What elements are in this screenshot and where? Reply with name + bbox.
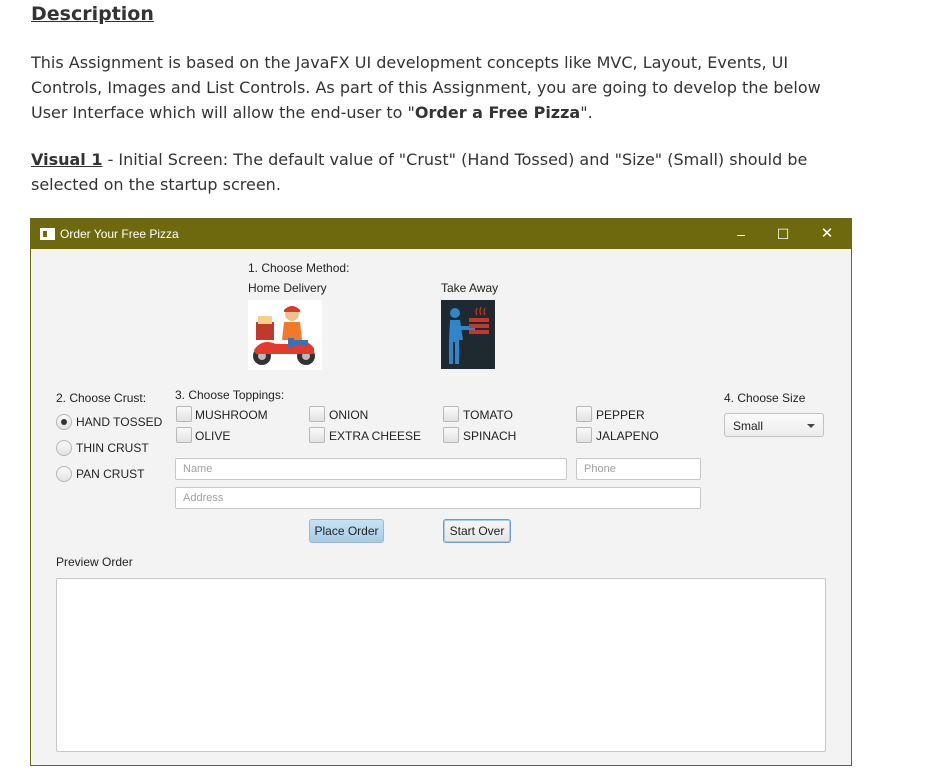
spinach-label: SPINACH <box>463 429 517 443</box>
delivery-scooter-icon <box>248 300 322 370</box>
pan-crust-label: PAN CRUST <box>76 467 145 481</box>
take-away-icon <box>441 300 495 369</box>
intro-text-end: ". <box>580 103 593 122</box>
pizza-order-window: Order Your Free Pizza – ☐ ✕ 1. Choose Me… <box>30 218 852 766</box>
size-selected-value: Small <box>733 419 764 433</box>
pepper-label: PEPPER <box>596 408 645 422</box>
doc-intro-paragraph: This Assignment is based on the JavaFX U… <box>31 50 841 125</box>
pan-crust-radio[interactable] <box>56 466 72 482</box>
tomato-checkbox[interactable] <box>443 406 459 422</box>
onion-checkbox[interactable] <box>309 406 325 422</box>
take-away-image[interactable] <box>441 300 495 369</box>
extra-cheese-label: EXTRA CHEESE <box>329 429 422 443</box>
toppings-label: 3. Choose Toppings: <box>175 388 285 402</box>
size-dropdown[interactable]: Small <box>724 413 824 437</box>
hand-tossed-label: HAND TOSSED <box>76 415 163 429</box>
maximize-icon[interactable]: ☐ <box>769 223 797 245</box>
visual-text: - Initial Screen: The default value of "… <box>31 150 808 194</box>
doc-heading: Description <box>31 3 154 25</box>
preview-order-label: Preview Order <box>56 555 133 569</box>
address-input[interactable] <box>175 487 701 509</box>
window-titlebar: Order Your Free Pizza – ☐ ✕ <box>31 219 851 249</box>
place-order-button[interactable]: Place Order <box>309 519 384 543</box>
method-label: 1. Choose Method: <box>248 261 350 275</box>
mushroom-label: MUSHROOM <box>195 408 268 422</box>
app-window-icon <box>40 228 55 240</box>
olive-label: OLIVE <box>195 429 231 443</box>
thin-crust-radio[interactable] <box>56 440 72 456</box>
home-delivery-label: Home Delivery <box>248 281 327 295</box>
home-delivery-image[interactable] <box>248 300 322 370</box>
name-input[interactable] <box>175 458 567 480</box>
chevron-down-icon <box>807 424 815 428</box>
minimize-icon[interactable]: – <box>727 223 755 245</box>
phone-input[interactable] <box>576 458 701 480</box>
take-away-label: Take Away <box>441 281 499 295</box>
intro-bold-text: Order a Free Pizza <box>414 103 581 122</box>
start-over-button[interactable]: Start Over <box>443 519 511 543</box>
thin-crust-label: THIN CRUST <box>76 441 149 455</box>
extra-cheese-checkbox[interactable] <box>309 427 325 443</box>
window-title: Order Your Free Pizza <box>60 227 179 241</box>
doc-visual-paragraph: Visual 1 - Initial Screen: The default v… <box>31 147 841 197</box>
pepper-checkbox[interactable] <box>576 406 592 422</box>
hand-tossed-radio[interactable] <box>56 414 72 430</box>
visual-label: Visual 1 <box>31 150 103 169</box>
mushroom-checkbox[interactable] <box>176 406 192 422</box>
size-label: 4. Choose Size <box>724 391 806 405</box>
onion-label: ONION <box>329 408 369 422</box>
jalapeno-label: JALAPENO <box>596 429 659 443</box>
tomato-label: TOMATO <box>463 408 514 422</box>
crust-label: 2. Choose Crust: <box>56 391 147 405</box>
preview-order-textarea[interactable] <box>56 578 826 752</box>
jalapeno-checkbox[interactable] <box>576 427 592 443</box>
spinach-checkbox[interactable] <box>443 427 459 443</box>
close-icon[interactable]: ✕ <box>813 223 841 245</box>
olive-checkbox[interactable] <box>176 427 192 443</box>
